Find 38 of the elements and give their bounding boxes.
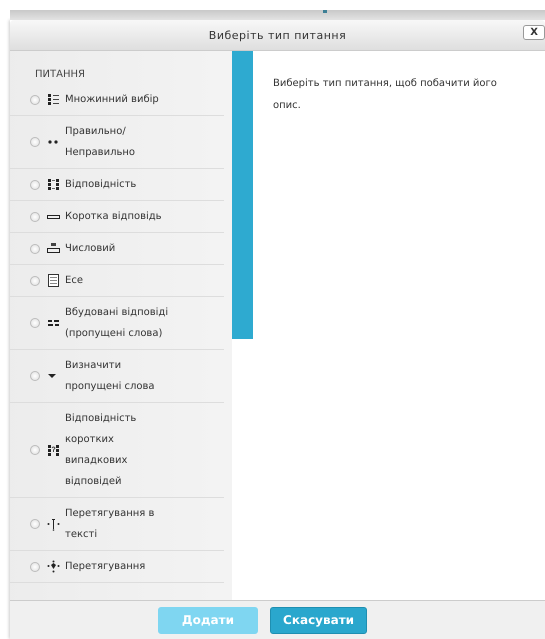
two-dots-icon [47, 140, 60, 144]
radio-button[interactable] [30, 94, 40, 104]
radio-button[interactable] [30, 244, 40, 254]
section-heading: ПИТАННЯ [34, 68, 86, 82]
close-button[interactable]: X [523, 25, 545, 40]
question-type-label[interactable]: Перетягування в тексті [65, 503, 177, 545]
question-type-label[interactable]: Вбудовані відповіді (пропущені слова) [65, 302, 177, 344]
radio-button[interactable] [30, 519, 40, 529]
number-box-icon [47, 242, 60, 255]
dropdown-caret-icon [47, 373, 57, 379]
radio-button[interactable] [30, 180, 40, 190]
dot-grid-icon [47, 444, 60, 456]
radio-button[interactable] [30, 318, 40, 328]
question-type-label[interactable]: Перетягування [65, 556, 146, 577]
dot-grid-icon [47, 178, 60, 191]
dialog-title: Виберіть тип питання [208, 28, 346, 42]
text-box-icon [47, 214, 60, 218]
question-type-label[interactable]: Правильно/ Неправильно [65, 121, 177, 163]
question-type-label[interactable]: Відповідність коротких випадкових відповідей [65, 408, 177, 492]
description-text: Виберіть тип питання, щоб побачити його опис. [272, 77, 498, 113]
dashes-icon [47, 319, 60, 327]
question-type-label[interactable]: Множинний вибір [65, 89, 159, 110]
question-type-label[interactable]: Числовий [65, 238, 116, 259]
move-text-icon [47, 518, 60, 530]
marker-icon [323, 10, 327, 13]
list-icon [47, 93, 60, 106]
document-icon [47, 274, 60, 287]
question-type-label[interactable]: Есе [65, 270, 83, 291]
radio-button[interactable] [30, 276, 40, 286]
question-type-label[interactable]: Відповідність [65, 174, 136, 195]
radio-button[interactable] [30, 562, 40, 572]
radio-button[interactable] [30, 137, 40, 147]
radio-button[interactable] [30, 212, 40, 222]
radio-button[interactable] [30, 371, 40, 381]
question-type-label[interactable]: Коротка відповідь [65, 206, 162, 227]
radio-button[interactable] [30, 445, 40, 455]
question-type-label[interactable]: Визначити пропущені слова [65, 355, 177, 397]
move-icon [47, 560, 60, 573]
